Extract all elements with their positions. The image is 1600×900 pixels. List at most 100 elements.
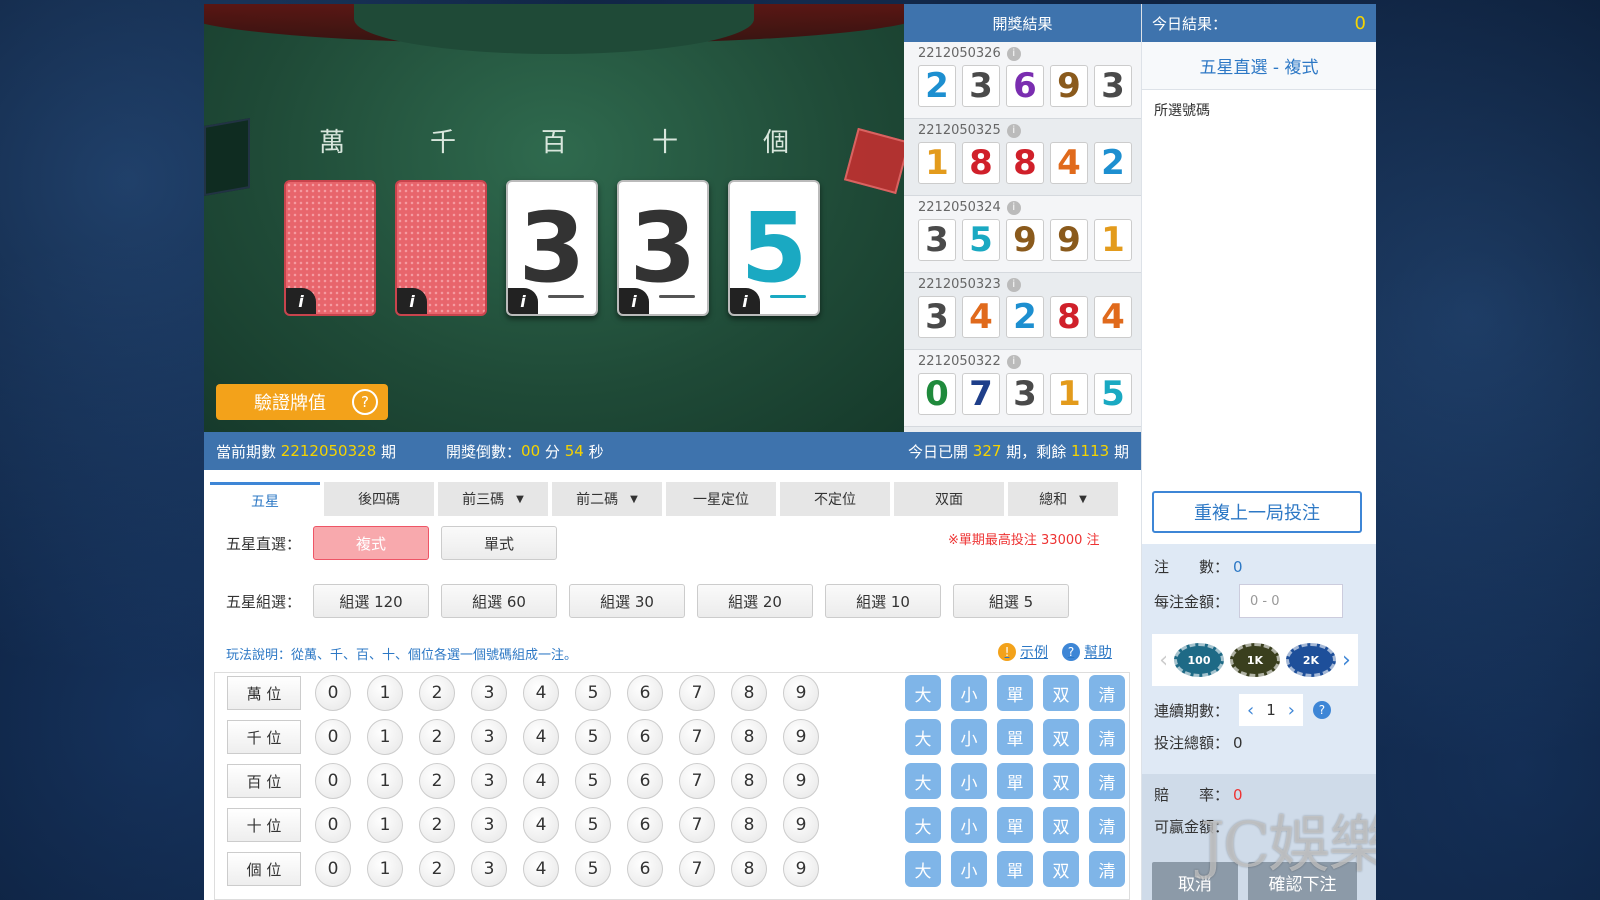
chip-1k[interactable]: 1K (1230, 643, 1280, 677)
number-ball[interactable]: 6 (627, 807, 663, 843)
quick-select-button[interactable]: 双 (1043, 675, 1079, 711)
quick-select-button[interactable]: 單 (997, 807, 1033, 843)
quick-select-button[interactable]: 清 (1089, 851, 1125, 887)
quick-select-button[interactable]: 小 (951, 851, 987, 887)
card-info-icon[interactable]: i (730, 288, 760, 314)
number-ball[interactable]: 7 (679, 807, 715, 843)
quick-select-button[interactable]: 小 (951, 719, 987, 755)
number-ball[interactable]: 2 (419, 763, 455, 799)
help-link[interactable]: ? 幫助 (1062, 642, 1112, 662)
decrement-icon[interactable]: ‹ (1247, 700, 1254, 721)
quick-select-button[interactable]: 大 (905, 807, 941, 843)
number-ball[interactable]: 2 (419, 851, 455, 887)
number-ball[interactable]: 1 (367, 851, 403, 887)
quick-select-button[interactable]: 小 (951, 807, 987, 843)
play-tab[interactable]: 總和 ▼ (1008, 482, 1118, 516)
number-ball[interactable]: 1 (367, 675, 403, 711)
number-ball[interactable]: 0 (315, 807, 351, 843)
play-tab[interactable]: 前二碼 ▼ (552, 482, 662, 516)
quick-select-button[interactable]: 小 (951, 675, 987, 711)
number-ball[interactable]: 6 (627, 675, 663, 711)
quick-select-button[interactable]: 清 (1089, 763, 1125, 799)
chevron-right-icon[interactable]: › (1342, 648, 1351, 673)
number-ball[interactable]: 9 (783, 851, 819, 887)
number-ball[interactable]: 8 (731, 851, 767, 887)
question-icon[interactable]: ? (352, 389, 378, 415)
number-ball[interactable]: 4 (523, 851, 559, 887)
group-option-button[interactable]: 組選 20 (697, 584, 814, 618)
number-ball[interactable]: 7 (679, 719, 715, 755)
number-ball[interactable]: 8 (731, 763, 767, 799)
periods-value[interactable]: 1 (1266, 701, 1276, 719)
number-ball[interactable]: 2 (419, 807, 455, 843)
chip-100[interactable]: 100 (1174, 643, 1224, 677)
example-link[interactable]: ! 示例 (998, 642, 1048, 662)
number-ball[interactable]: 2 (419, 719, 455, 755)
quick-select-button[interactable]: 單 (997, 675, 1033, 711)
play-tab[interactable]: 前三碼 ▼ (438, 482, 548, 516)
play-tab[interactable]: 五星 (210, 482, 320, 516)
card-info-icon[interactable]: i (286, 288, 316, 314)
info-icon[interactable]: i (1006, 123, 1021, 138)
amount-input[interactable]: 0 - 0 (1239, 584, 1344, 618)
info-icon[interactable]: i (1006, 277, 1021, 292)
quick-select-button[interactable]: 双 (1043, 763, 1079, 799)
number-ball[interactable]: 0 (315, 851, 351, 887)
group-option-button[interactable]: 組選 30 (569, 584, 686, 618)
number-ball[interactable]: 2 (419, 675, 455, 711)
quick-select-button[interactable]: 大 (905, 675, 941, 711)
info-icon[interactable]: i (1006, 200, 1021, 215)
play-tab[interactable]: 不定位 (780, 482, 890, 516)
number-ball[interactable]: 9 (783, 719, 819, 755)
info-icon[interactable]: i (1006, 354, 1021, 369)
group-option-button[interactable]: 組選 5 (953, 584, 1070, 618)
number-ball[interactable]: 7 (679, 763, 715, 799)
chevron-left-icon[interactable]: ‹ (1159, 648, 1168, 673)
number-ball[interactable]: 5 (575, 675, 611, 711)
number-ball[interactable]: 4 (523, 763, 559, 799)
number-ball[interactable]: 5 (575, 719, 611, 755)
help-icon[interactable]: ? (1312, 701, 1331, 719)
quick-select-button[interactable]: 單 (997, 763, 1033, 799)
number-ball[interactable]: 9 (783, 807, 819, 843)
chip-2k[interactable]: 2K (1286, 643, 1336, 677)
card-info-icon[interactable]: i (508, 288, 538, 314)
number-ball[interactable]: 5 (575, 807, 611, 843)
number-ball[interactable]: 5 (575, 763, 611, 799)
compound-button[interactable]: 複式 (313, 526, 430, 560)
card-info-icon[interactable]: i (397, 288, 427, 314)
quick-select-button[interactable]: 大 (905, 719, 941, 755)
number-ball[interactable]: 1 (367, 763, 403, 799)
number-ball[interactable]: 4 (523, 675, 559, 711)
number-ball[interactable]: 6 (627, 763, 663, 799)
number-ball[interactable]: 0 (315, 719, 351, 755)
quick-select-button[interactable]: 大 (905, 851, 941, 887)
number-ball[interactable]: 6 (627, 719, 663, 755)
quick-select-button[interactable]: 双 (1043, 719, 1079, 755)
number-ball[interactable]: 3 (471, 763, 507, 799)
group-option-button[interactable]: 組選 10 (825, 584, 942, 618)
quick-select-button[interactable]: 清 (1089, 719, 1125, 755)
number-ball[interactable]: 1 (367, 807, 403, 843)
verify-card-button[interactable]: 驗證牌值 ? (216, 384, 388, 420)
number-ball[interactable]: 0 (315, 763, 351, 799)
number-ball[interactable]: 3 (471, 719, 507, 755)
number-ball[interactable]: 4 (523, 719, 559, 755)
group-option-button[interactable]: 組選 60 (441, 584, 558, 618)
play-tab[interactable]: 一星定位 (666, 482, 776, 516)
number-ball[interactable]: 8 (731, 807, 767, 843)
number-ball[interactable]: 3 (471, 807, 507, 843)
number-ball[interactable]: 7 (679, 851, 715, 887)
group-option-button[interactable]: 組選 120 (313, 584, 430, 618)
single-button[interactable]: 單式 (441, 526, 558, 560)
number-ball[interactable]: 9 (783, 675, 819, 711)
number-ball[interactable]: 0 (315, 675, 351, 711)
number-ball[interactable]: 8 (731, 719, 767, 755)
play-tab[interactable]: 後四碼 (324, 482, 434, 516)
quick-select-button[interactable]: 清 (1089, 807, 1125, 843)
number-ball[interactable]: 1 (367, 719, 403, 755)
info-icon[interactable]: i (1006, 46, 1021, 61)
play-tab[interactable]: 双面 (894, 482, 1004, 516)
increment-icon[interactable]: › (1288, 700, 1295, 721)
number-ball[interactable]: 3 (471, 675, 507, 711)
